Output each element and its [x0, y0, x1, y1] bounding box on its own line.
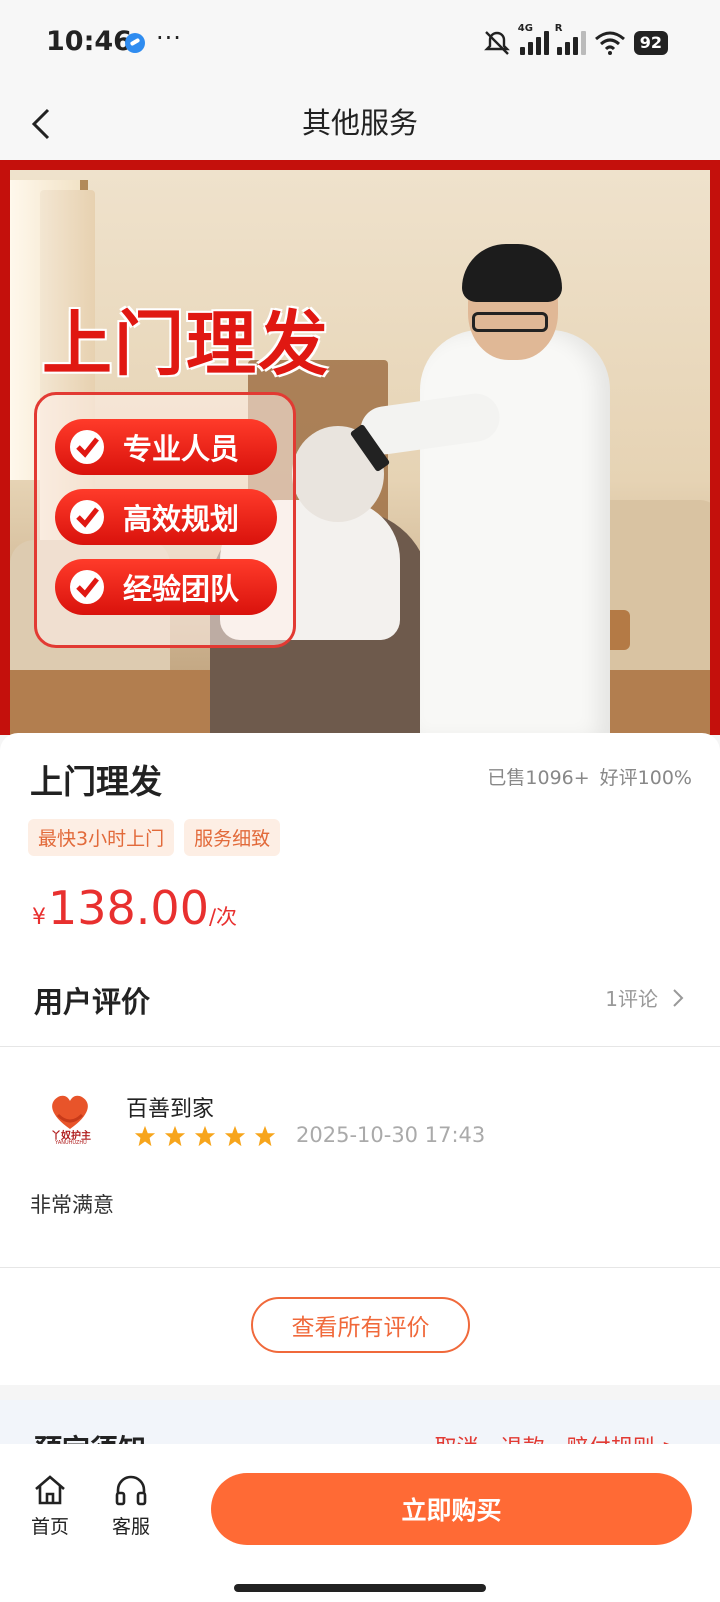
product-stats: 已售1096+ 好评100%: [487, 763, 692, 790]
signal-roaming-icon: R: [555, 23, 586, 55]
signal-4g-icon: 4G: [518, 23, 549, 55]
product-title: 上门理发: [30, 762, 162, 801]
star-icon: [134, 1125, 156, 1147]
price-unit: /次: [208, 905, 238, 929]
status-bar: 10:46 ··· 4G R 92: [0, 0, 720, 86]
roaming-label: R: [554, 23, 563, 34]
star-icon: [164, 1125, 186, 1147]
customer-service-tab[interactable]: 客服: [101, 1472, 161, 1539]
headset-icon: [115, 1475, 147, 1506]
review-stars: [134, 1125, 276, 1147]
check-circle-icon: [70, 430, 104, 464]
reviews-count: 1评论: [605, 987, 658, 1011]
star-icon: [224, 1125, 246, 1147]
review-username: 百善到家: [126, 1097, 215, 1122]
banner-badge-label: 经验团队: [123, 572, 240, 606]
more-notifications-icon: ···: [156, 24, 182, 52]
star-icon: [194, 1125, 216, 1147]
nav-bar: 其他服务: [0, 86, 720, 160]
mute-bell-icon: [483, 31, 510, 55]
review-date: 2025-10-30 17:43: [296, 1123, 486, 1147]
home-icon: [35, 1475, 65, 1505]
banner-badge-card: 专业人员 高效规划 经验团队: [34, 392, 296, 648]
banner-barber-figure: [420, 330, 610, 735]
rating-percent: 好评100%: [599, 767, 692, 789]
sold-count: 已售1096+: [487, 767, 590, 789]
product-tags: 最快3小时上门 服务细致: [28, 819, 281, 856]
banner-barber-hair: [462, 244, 562, 302]
home-tab-label: 首页: [30, 1516, 69, 1538]
buy-now-button[interactable]: 立即购买: [211, 1473, 692, 1545]
reviews-count-link[interactable]: 1评论: [605, 983, 684, 1012]
banner-badge-label: 专业人员: [123, 432, 240, 466]
banner-badge-label: 高效规划: [123, 502, 240, 536]
customer-service-label: 客服: [111, 1516, 150, 1538]
banner-badge: 高效规划: [55, 489, 277, 545]
star-icon: [254, 1125, 276, 1147]
service-banner: 上门理发 专业人员 高效规划 经验团队: [0, 160, 720, 735]
page-title: 其他服务: [301, 106, 418, 140]
status-time: 10:46: [46, 26, 132, 57]
divider: [0, 1267, 720, 1268]
product-tag: 最快3小时上门: [28, 819, 175, 856]
check-circle-icon: [70, 500, 104, 534]
status-icons: 4G R 92: [482, 23, 668, 60]
app-notification-icon: [125, 33, 145, 53]
banner-image: 上门理发 专业人员 高效规划 经验团队: [10, 170, 710, 735]
banner-barber-glasses: [472, 312, 548, 332]
price-value: 138.00: [48, 881, 209, 935]
banner-headline: 上门理发: [42, 303, 330, 385]
home-indicator[interactable]: [234, 1584, 486, 1592]
review-text: 非常满意: [30, 1193, 114, 1217]
product-tag: 服务细致: [184, 819, 281, 856]
reviews-header[interactable]: 用户评价 1评论: [0, 943, 720, 1047]
chevron-right-icon: [673, 988, 684, 1007]
product-info-card: 上门理发 已售1096+ 好评100% 最快3小时上门 服务细致 ¥ 138.0…: [0, 733, 720, 943]
banner-badge: 专业人员: [55, 419, 277, 475]
avatar-brand-subtext: YANUHUZHU: [55, 1140, 87, 1146]
reviews-title: 用户评价: [34, 985, 151, 1019]
network-type-label: 4G: [517, 23, 533, 34]
battery-indicator: 92: [633, 31, 668, 55]
bottom-action-bar: 首页 客服 立即购买: [0, 1444, 720, 1602]
view-all-reviews-button[interactable]: 查看所有评价: [251, 1297, 470, 1353]
product-price: ¥ 138.00 /次: [32, 881, 237, 935]
price-currency: ¥: [32, 905, 46, 930]
wifi-icon: [594, 31, 625, 55]
reviews-section: 用户评价 1评论 丫奴护主 YANUHUZHU 百善到家 2025-10-30 …: [0, 943, 720, 1385]
check-circle-icon: [70, 570, 104, 604]
banner-badge: 经验团队: [55, 559, 277, 615]
home-tab[interactable]: 首页: [20, 1472, 80, 1539]
